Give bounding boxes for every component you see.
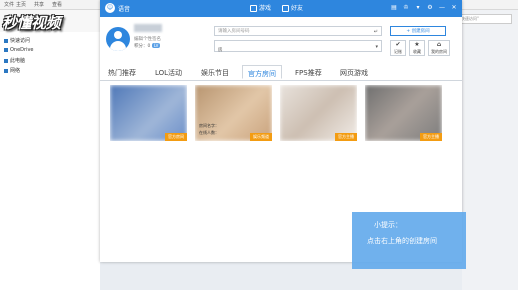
settings-icon[interactable]: ⚙ — [426, 4, 434, 12]
nav-friends[interactable]: 好友 — [282, 3, 303, 12]
chevron-down-icon: ▾ — [375, 44, 378, 50]
tab-entertainment[interactable]: 娱乐节目 — [201, 68, 229, 78]
avatar[interactable] — [106, 27, 130, 51]
signature[interactable]: 编辑个性签名 — [134, 36, 161, 42]
profile-panel: 编辑个性签名 积分：0 LV 请输入房间号码 ↵ 房 ▾ + 创建房间 ✔ 记账 … — [100, 17, 462, 65]
tab-lol[interactable]: LOL活动 — [155, 68, 182, 78]
menu-home[interactable]: 主页 — [16, 1, 26, 8]
tab-fps[interactable]: FPS推荐 — [295, 68, 322, 78]
tip-title: 小提示： — [374, 221, 402, 229]
check-icon: ✔ — [395, 41, 401, 48]
nav-games[interactable]: 游戏 — [250, 3, 271, 12]
explorer-right-pane — [462, 10, 518, 290]
star-icon: ★ — [414, 41, 420, 48]
network-icon — [4, 68, 8, 73]
star-icon — [4, 38, 8, 43]
tab-official[interactable]: 官方房间 — [242, 65, 282, 79]
close-icon[interactable]: ✕ — [450, 4, 458, 12]
room-tag: 娱乐频道 — [250, 133, 272, 141]
enter-icon[interactable]: ↵ — [374, 27, 378, 37]
room-card[interactable]: 官方主播 — [280, 85, 357, 141]
favorite-button[interactable]: ★ 收藏 — [409, 40, 425, 56]
menu-file[interactable]: 文件 — [4, 1, 14, 8]
create-room-button[interactable]: + 创建房间 — [390, 26, 446, 36]
computer-icon — [4, 58, 8, 63]
sidebar-item-network[interactable]: 网络 — [4, 67, 20, 74]
minimize-icon[interactable]: — — [438, 4, 446, 12]
sidebar-item-this-pc[interactable]: 此电脑 — [4, 57, 25, 64]
friends-icon — [282, 5, 289, 12]
room-card[interactable]: 官方房间 — [110, 85, 187, 141]
sidebar-item-quick-access[interactable]: 快速访问 — [4, 37, 30, 44]
tab-web-games[interactable]: 网页游戏 — [340, 68, 368, 78]
level-badge: LV — [151, 43, 161, 48]
points: 积分：0 LV — [134, 43, 161, 49]
menu-icon[interactable]: ▤ — [390, 4, 398, 12]
home-icon: ⌂ — [436, 41, 442, 48]
room-card[interactable]: 房间名字： 在线人数： 娱乐频道 — [195, 85, 272, 141]
cloud-icon — [4, 47, 8, 52]
skin-icon[interactable]: ▾ — [414, 4, 422, 12]
room-tag: 官方房间 — [165, 133, 187, 141]
explorer-sidebar: 快速访问 OneDrive 此电脑 网络 — [0, 32, 100, 290]
room-card[interactable]: 官方主播 — [365, 85, 442, 141]
record-button[interactable]: ✔ 记账 — [390, 40, 406, 56]
room-number-input[interactable]: 请输入房间号码 ↵ — [214, 26, 382, 36]
room-tag: 官方主播 — [420, 133, 442, 141]
room-tag: 官方主播 — [335, 133, 357, 141]
room-select[interactable]: 房 ▾ — [214, 40, 382, 53]
my-room-button[interactable]: ⌂ 我的房间 — [428, 40, 450, 56]
tip-body: 点击右上角的创建房间 — [367, 237, 437, 245]
category-tabs: 热门推荐 LOL活动 娱乐节目 官方房间 FPS推荐 网页游戏 — [100, 65, 462, 81]
title-bar: ☺ 语音 游戏 好友 ▤ ♔ ▾ ⚙ — ✕ — [100, 0, 462, 17]
menu-view[interactable]: 查看 — [52, 1, 62, 8]
username-blurred — [134, 24, 162, 32]
tab-hot[interactable]: 热门推荐 — [108, 68, 136, 78]
gamepad-icon — [250, 5, 257, 12]
app-logo-icon: ☺ — [105, 3, 115, 13]
watermark-logo: 秒懂视频 — [2, 14, 61, 32]
sidebar-item-onedrive[interactable]: OneDrive — [4, 47, 34, 53]
menu-share[interactable]: 共享 — [34, 1, 44, 8]
shirt-icon[interactable]: ♔ — [402, 4, 410, 12]
tip-overlay: 小提示： 点击右上角的创建房间 — [352, 212, 466, 269]
app-title: 语音 — [118, 6, 131, 13]
